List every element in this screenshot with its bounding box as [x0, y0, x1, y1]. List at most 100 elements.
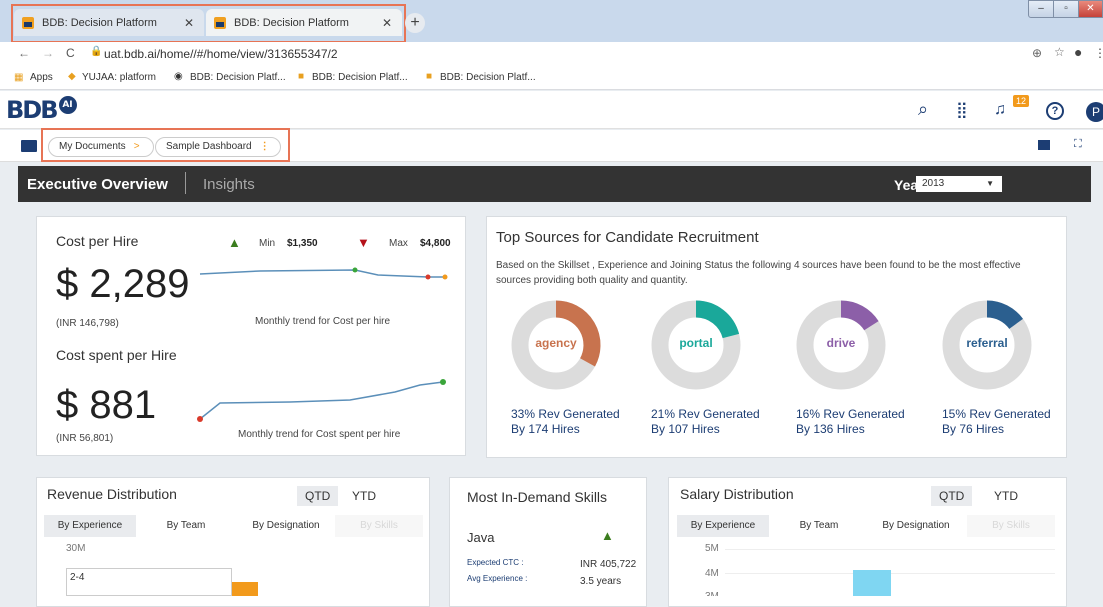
source-stats-referral: 15% Rev Generated By 76 Hires	[942, 407, 1051, 437]
bookmarks-bar: ▦ Apps ◆ YUJAA: platform ◉ BDB: Decision…	[0, 66, 1103, 90]
logo-badge: AI	[58, 96, 77, 114]
max-label: Max	[389, 238, 408, 249]
sources-description: Based on the Skillset , Experience and J…	[496, 260, 1021, 286]
avatar[interactable]: P	[1086, 102, 1103, 122]
app-header	[0, 91, 1103, 129]
tooltip-label: 2-4	[70, 572, 85, 583]
minimize-button[interactable]: –	[1028, 0, 1054, 18]
cost-inr: (INR 146,798)	[56, 318, 119, 329]
yujaa-icon: ◆	[68, 71, 76, 82]
forward-icon[interactable]: →	[42, 46, 54, 60]
experience-label: Avg Experience :	[467, 574, 528, 583]
triangle-up-icon: ▲	[228, 235, 241, 250]
salary-ytd-toggle[interactable]: YTD	[986, 486, 1026, 506]
cost-spent-value: $ 881	[56, 383, 157, 427]
rev-generated: 33% Rev Generated	[511, 407, 620, 421]
bookmark-bdb-1[interactable]: BDB: Decision Platf...	[190, 72, 286, 83]
salary-tab-skills[interactable]: By Skills	[967, 515, 1055, 537]
revenue-tab-experience[interactable]: By Experience	[44, 515, 136, 537]
hires-count: By 174 Hires	[511, 422, 580, 436]
zoom-icon[interactable]: ⊕	[1032, 46, 1042, 60]
hires-count: By 76 Hires	[942, 422, 1005, 436]
bell-icon[interactable]: ♫	[994, 101, 1006, 119]
tab-executive-overview[interactable]: Executive Overview	[27, 176, 168, 193]
globe-icon: ◉	[174, 71, 183, 82]
revenue-tab-team[interactable]: By Team	[140, 515, 232, 537]
revenue-qtd-toggle[interactable]: QTD	[297, 486, 339, 506]
bookmark-bdb-3[interactable]: BDB: Decision Platf...	[440, 72, 536, 83]
source-stats-agency: 33% Rev Generated By 174 Hires	[511, 407, 620, 437]
menu-icon[interactable]: ⋮	[1094, 46, 1103, 60]
cost-spent-sparkline	[197, 379, 446, 422]
back-icon[interactable]: ←	[18, 46, 30, 60]
revenue-bar	[232, 582, 258, 596]
revenue-axis-label: 30M	[66, 543, 86, 554]
skills-title: Most In-Demand Skills	[467, 489, 608, 505]
close-window-button[interactable]: ✕	[1078, 0, 1103, 18]
bookmark-bdb-2[interactable]: BDB: Decision Platf...	[312, 72, 408, 83]
bookmark-apps[interactable]: Apps	[30, 72, 53, 83]
revenue-tab-skills[interactable]: By Skills	[335, 515, 423, 537]
bdb-logo[interactable]: BDB AI	[6, 96, 77, 124]
salary-bar	[853, 570, 891, 596]
skill-name: Java	[467, 530, 495, 545]
salary-axis-label: 3M	[705, 591, 719, 596]
fullscreen-icon[interactable]: ⛶	[1074, 138, 1082, 151]
ctc-value: INR 405,722	[580, 559, 637, 570]
cost-spent-title: Cost spent per Hire	[56, 347, 177, 363]
url-field[interactable]: uat.bdb.ai/home//#/home/view/313655347/2	[104, 47, 338, 61]
profile-icon[interactable]: ●	[1074, 44, 1082, 60]
reload-icon[interactable]: C	[66, 46, 75, 60]
gridline	[725, 549, 1055, 550]
revenue-ytd-toggle[interactable]: YTD	[344, 486, 384, 506]
year-select[interactable]: 2013 ▼	[916, 176, 1002, 192]
address-bar-row: ← → C 🔒 uat.bdb.ai/home//#/home/view/313…	[0, 42, 1103, 66]
source-stats-portal: 21% Rev Generated By 107 Hires	[651, 407, 760, 437]
hires-count: By 136 Hires	[796, 422, 865, 436]
source-stats-drive: 16% Rev Generated By 136 Hires	[796, 407, 905, 437]
salary-title: Salary Distribution	[680, 486, 794, 502]
help-icon[interactable]: ?	[1046, 102, 1064, 120]
max-value: $4,800	[420, 238, 451, 249]
new-tab-button[interactable]: +	[405, 13, 425, 33]
cost-per-hire-title: Cost per Hire	[56, 233, 139, 249]
maximize-button[interactable]: ▫	[1053, 0, 1079, 18]
apps-icon[interactable]: ⣿	[956, 100, 968, 120]
year-value: 2013	[922, 178, 945, 189]
hires-count: By 107 Hires	[651, 422, 720, 436]
revenue-tab-designation[interactable]: By Designation	[240, 515, 332, 537]
rev-generated: 15% Rev Generated	[942, 407, 1051, 421]
notification-badge: 12	[1013, 95, 1030, 107]
triangle-down-icon: ▼	[357, 235, 370, 250]
salary-axis-label: 4M	[705, 568, 719, 579]
ctc-label: Expected CTC :	[467, 558, 524, 567]
salary-tab-experience[interactable]: By Experience	[677, 515, 769, 537]
star-icon[interactable]: ☆	[1054, 45, 1065, 59]
min-value: $1,350	[287, 238, 318, 249]
revenue-tooltip: 2-4	[66, 568, 232, 596]
search-icon[interactable]: ⌕	[918, 99, 928, 120]
donut-label-agency: agency	[535, 336, 577, 350]
folder-icon[interactable]	[21, 140, 37, 152]
logo-text: BDB	[6, 96, 58, 124]
donut-label-drive: drive	[826, 336, 856, 350]
salary-tab-team[interactable]: By Team	[773, 515, 865, 537]
rev-generated: 21% Rev Generated	[651, 407, 760, 421]
salary-qtd-toggle[interactable]: QTD	[931, 486, 973, 506]
tab-insights[interactable]: Insights	[203, 176, 255, 193]
cost-spent-inr: (INR 56,801)	[56, 433, 114, 444]
triangle-up-icon: ▲	[601, 528, 614, 543]
min-label: Min	[259, 238, 276, 249]
apps-grid-icon: ▦	[14, 72, 24, 83]
salary-axis-label: 5M	[705, 543, 719, 554]
tab-highlight	[11, 4, 406, 43]
cost-per-hire-value: $ 2,289	[56, 262, 190, 306]
bookmark-yujaa[interactable]: YUJAA: platform	[82, 72, 156, 83]
donut-label-portal: portal	[679, 336, 713, 350]
salary-tab-designation[interactable]: By Designation	[870, 515, 962, 537]
donut-label-referral: referral	[966, 336, 1008, 350]
caret-down-icon: ▼	[986, 179, 994, 188]
comment-icon[interactable]	[1038, 140, 1050, 150]
lock-icon: 🔒	[90, 46, 103, 57]
dashboard-nav: Executive Overview Insights Year 2013 ▼	[18, 166, 1091, 202]
